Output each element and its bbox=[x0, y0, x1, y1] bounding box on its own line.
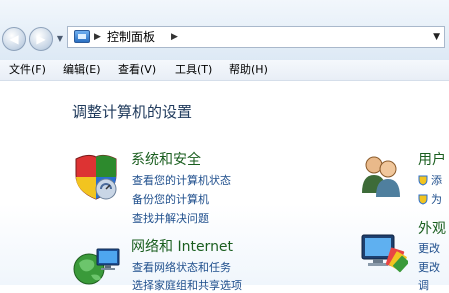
menu-edit[interactable]: 编辑(E) bbox=[63, 63, 101, 77]
link-user-accounts-1[interactable]: 添 bbox=[431, 174, 442, 188]
link-view-computer-status[interactable]: 查看您的计算机状态 bbox=[132, 174, 231, 188]
breadcrumb-arrow-icon[interactable]: ▶ bbox=[171, 29, 178, 45]
forward-button[interactable]: ▶ bbox=[29, 27, 53, 51]
security-shield-icon[interactable] bbox=[72, 153, 122, 201]
category-network-internet[interactable]: 网络和 Internet bbox=[131, 238, 233, 256]
shield-icon bbox=[418, 194, 428, 205]
content-area: 调整计算机的设置 系统和安全 查看您的计算机状态 备份您的计算机 查找并解决问题… bbox=[0, 81, 449, 292]
control-panel-icon bbox=[74, 30, 90, 43]
menu-help[interactable]: 帮助(H) bbox=[229, 63, 268, 77]
link-homegroup-sharing[interactable]: 选择家庭组和共享选项 bbox=[132, 279, 242, 293]
menu-view[interactable]: 查看(V) bbox=[118, 63, 156, 77]
address-field[interactable]: ▶ 控制面板 ▶ ▼ bbox=[67, 26, 445, 48]
category-appearance[interactable]: 外观 bbox=[418, 220, 446, 238]
appearance-monitor-icon[interactable] bbox=[360, 231, 408, 277]
link-view-network-status[interactable]: 查看网络状态和任务 bbox=[132, 261, 231, 275]
link-appearance-3[interactable]: 调 bbox=[418, 279, 429, 293]
menu-file[interactable]: 文件(F) bbox=[9, 63, 46, 77]
link-appearance-1[interactable]: 更改 bbox=[418, 242, 440, 256]
link-backup-computer[interactable]: 备份您的计算机 bbox=[132, 193, 209, 207]
back-icon: ◀ bbox=[9, 32, 19, 46]
category-user-accounts[interactable]: 用户 bbox=[418, 151, 446, 169]
menu-bar: 文件(F) 编辑(E) 查看(V) 工具(T) 帮助(H) bbox=[0, 60, 449, 81]
back-button[interactable]: ◀ bbox=[2, 27, 26, 51]
link-appearance-2[interactable]: 更改 bbox=[418, 261, 440, 275]
forward-icon: ▶ bbox=[36, 32, 46, 46]
page-title: 调整计算机的设置 bbox=[72, 103, 193, 121]
breadcrumb-arrow-icon[interactable]: ▶ bbox=[94, 29, 101, 45]
menu-tools[interactable]: 工具(T) bbox=[175, 63, 212, 77]
link-find-fix-problems[interactable]: 查找并解决问题 bbox=[132, 212, 209, 226]
users-icon[interactable] bbox=[358, 153, 404, 197]
network-globe-icon[interactable] bbox=[71, 243, 123, 287]
history-dropdown-icon[interactable]: ▼ bbox=[55, 31, 65, 45]
category-system-security[interactable]: 系统和安全 bbox=[131, 151, 201, 169]
breadcrumb-control-panel[interactable]: 控制面板 bbox=[107, 29, 155, 45]
address-bar: ◀ ▶ ▼ ▶ 控制面板 ▶ ▼ bbox=[0, 0, 449, 60]
shield-icon bbox=[418, 175, 428, 186]
link-user-accounts-2[interactable]: 为 bbox=[431, 193, 442, 207]
dropdown-icon[interactable]: ▼ bbox=[433, 30, 440, 44]
